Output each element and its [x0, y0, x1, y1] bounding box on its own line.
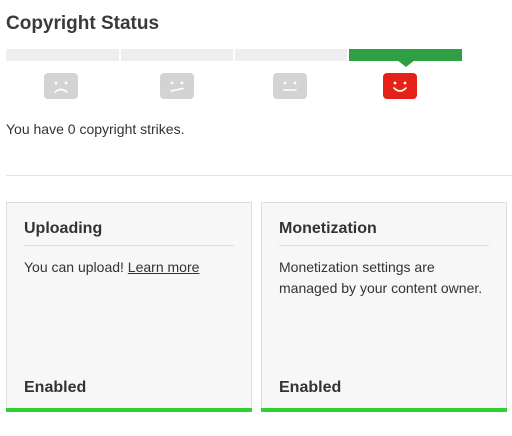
sad-face-icon	[44, 73, 78, 99]
monetization-card: Monetization Monetization settings are m…	[261, 202, 507, 412]
uploading-card-body: You can upload! Learn more	[24, 257, 239, 278]
copyright-status-meter	[6, 49, 462, 67]
meter-segment-1	[6, 49, 119, 61]
meter-pointer	[397, 60, 415, 67]
page-title: Copyright Status	[6, 13, 160, 34]
monetization-card-body: Monetization settings are managed by you…	[279, 259, 483, 296]
uploading-body-text: You can upload!	[24, 259, 128, 275]
monetization-status: Enabled	[279, 379, 342, 396]
card-separator	[279, 245, 489, 246]
learn-more-link[interactable]: Learn more	[128, 259, 200, 275]
meter-segment-2	[121, 49, 233, 61]
happy-face-icon	[383, 73, 417, 99]
neutral-face-icon	[273, 73, 307, 99]
uploading-status: Enabled	[24, 379, 87, 396]
uploading-card: Uploading You can upload! Learn more Ena…	[6, 202, 252, 412]
copyright-strikes-text: You have 0 copyright strikes.	[6, 121, 185, 137]
meter-segment-3	[235, 49, 347, 61]
card-separator	[24, 245, 234, 246]
section-divider	[6, 175, 512, 176]
uploading-status-bar	[6, 408, 252, 412]
monetization-card-title: Monetization	[279, 220, 377, 237]
monetization-status-bar	[261, 408, 507, 412]
unsure-face-icon	[160, 73, 194, 99]
uploading-card-title: Uploading	[24, 220, 103, 237]
